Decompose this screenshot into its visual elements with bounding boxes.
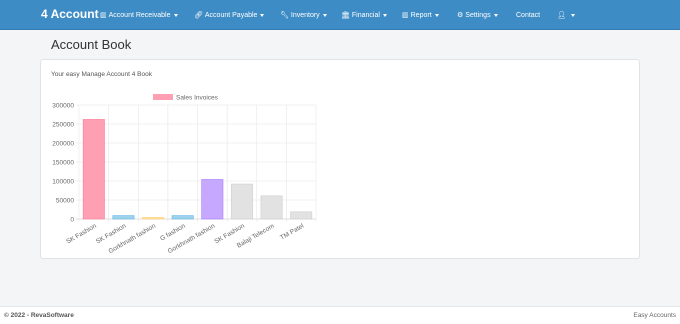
bar-chart-icon: ▥: [100, 12, 107, 19]
gear-icon: ⚙︎: [457, 12, 464, 19]
bar: [142, 217, 165, 220]
area-chart-icon: ▥: [402, 12, 409, 19]
y-tick-label: 300000: [52, 103, 74, 110]
bar: [82, 119, 105, 220]
nav-label: Account Receivable: [108, 11, 171, 19]
y-tick-label: 0: [70, 217, 74, 224]
bar: [201, 179, 224, 220]
nav-settings[interactable]: ⚙︎ Settings: [457, 0, 498, 30]
chevron-down-icon: [322, 13, 327, 17]
nav-report[interactable]: ▥ Report: [402, 0, 439, 30]
footer-app-name: Easy Accounts: [633, 312, 676, 319]
wrench-icon: 🔧︎: [280, 12, 289, 19]
nav-account-receivable[interactable]: ▥ Account Receivable: [100, 0, 178, 30]
bar: [260, 195, 283, 220]
chevron-down-icon: [173, 13, 178, 17]
brand-logo[interactable]: 4 Account: [41, 7, 99, 21]
page-title: Account Book: [51, 37, 132, 52]
y-tick-label: 250000: [52, 122, 74, 129]
legend-swatch: [153, 94, 173, 100]
y-tick-label: 150000: [52, 160, 74, 167]
top-navbar: 4 Account ▥ Account Receivable 🔗︎ Accoun…: [0, 0, 680, 30]
chevron-down-icon: [434, 13, 439, 17]
x-tick-label: TM Patel: [279, 222, 306, 241]
bar: [112, 215, 135, 220]
nav-label: Inventory: [290, 11, 320, 19]
footer: © 2022 - RevaSoftware Easy Accounts: [0, 306, 680, 324]
link-icon: 🔗︎: [194, 12, 203, 19]
legend-label: Sales Invoices: [176, 95, 219, 102]
nav-label: Report: [410, 11, 432, 19]
chevron-down-icon: [382, 13, 387, 17]
x-tick-label: SK Fashion: [65, 222, 98, 245]
chevron-down-icon: [260, 13, 265, 17]
nav-label: Settings: [465, 11, 491, 19]
y-tick-label: 50000: [56, 198, 74, 205]
footer-copyright: © 2022 - RevaSoftware: [4, 312, 74, 319]
nav-label: Account Payable: [204, 11, 258, 19]
bar: [290, 211, 313, 220]
y-tick-label: 200000: [52, 141, 74, 148]
sales-bar-chart: 300000 250000 200000 150000 100000 50000 0 Sale…: [52, 94, 317, 255]
nav-account-payable[interactable]: 🔗︎ Account Payable: [194, 0, 265, 30]
nav-user-menu[interactable]: 👤︎: [557, 0, 575, 30]
account-book-card: Your easy Manage Account 4 Book 300000 25…: [40, 59, 640, 259]
nav-label: Contact: [516, 11, 541, 19]
nav-label: Financial: [351, 11, 380, 19]
nav-inventory[interactable]: 🔧︎ Inventory: [280, 0, 327, 30]
bar: [230, 183, 253, 220]
nav-contact[interactable]: Contact: [516, 0, 540, 30]
y-tick-label: 100000: [52, 179, 74, 186]
bank-icon: 🏛︎: [341, 12, 350, 19]
chevron-down-icon: [493, 13, 498, 17]
chevron-down-icon: [570, 13, 575, 17]
bar: [171, 215, 194, 220]
user-icon: 👤︎: [557, 12, 566, 19]
nav-financial[interactable]: 🏛︎ Financial: [341, 0, 387, 30]
